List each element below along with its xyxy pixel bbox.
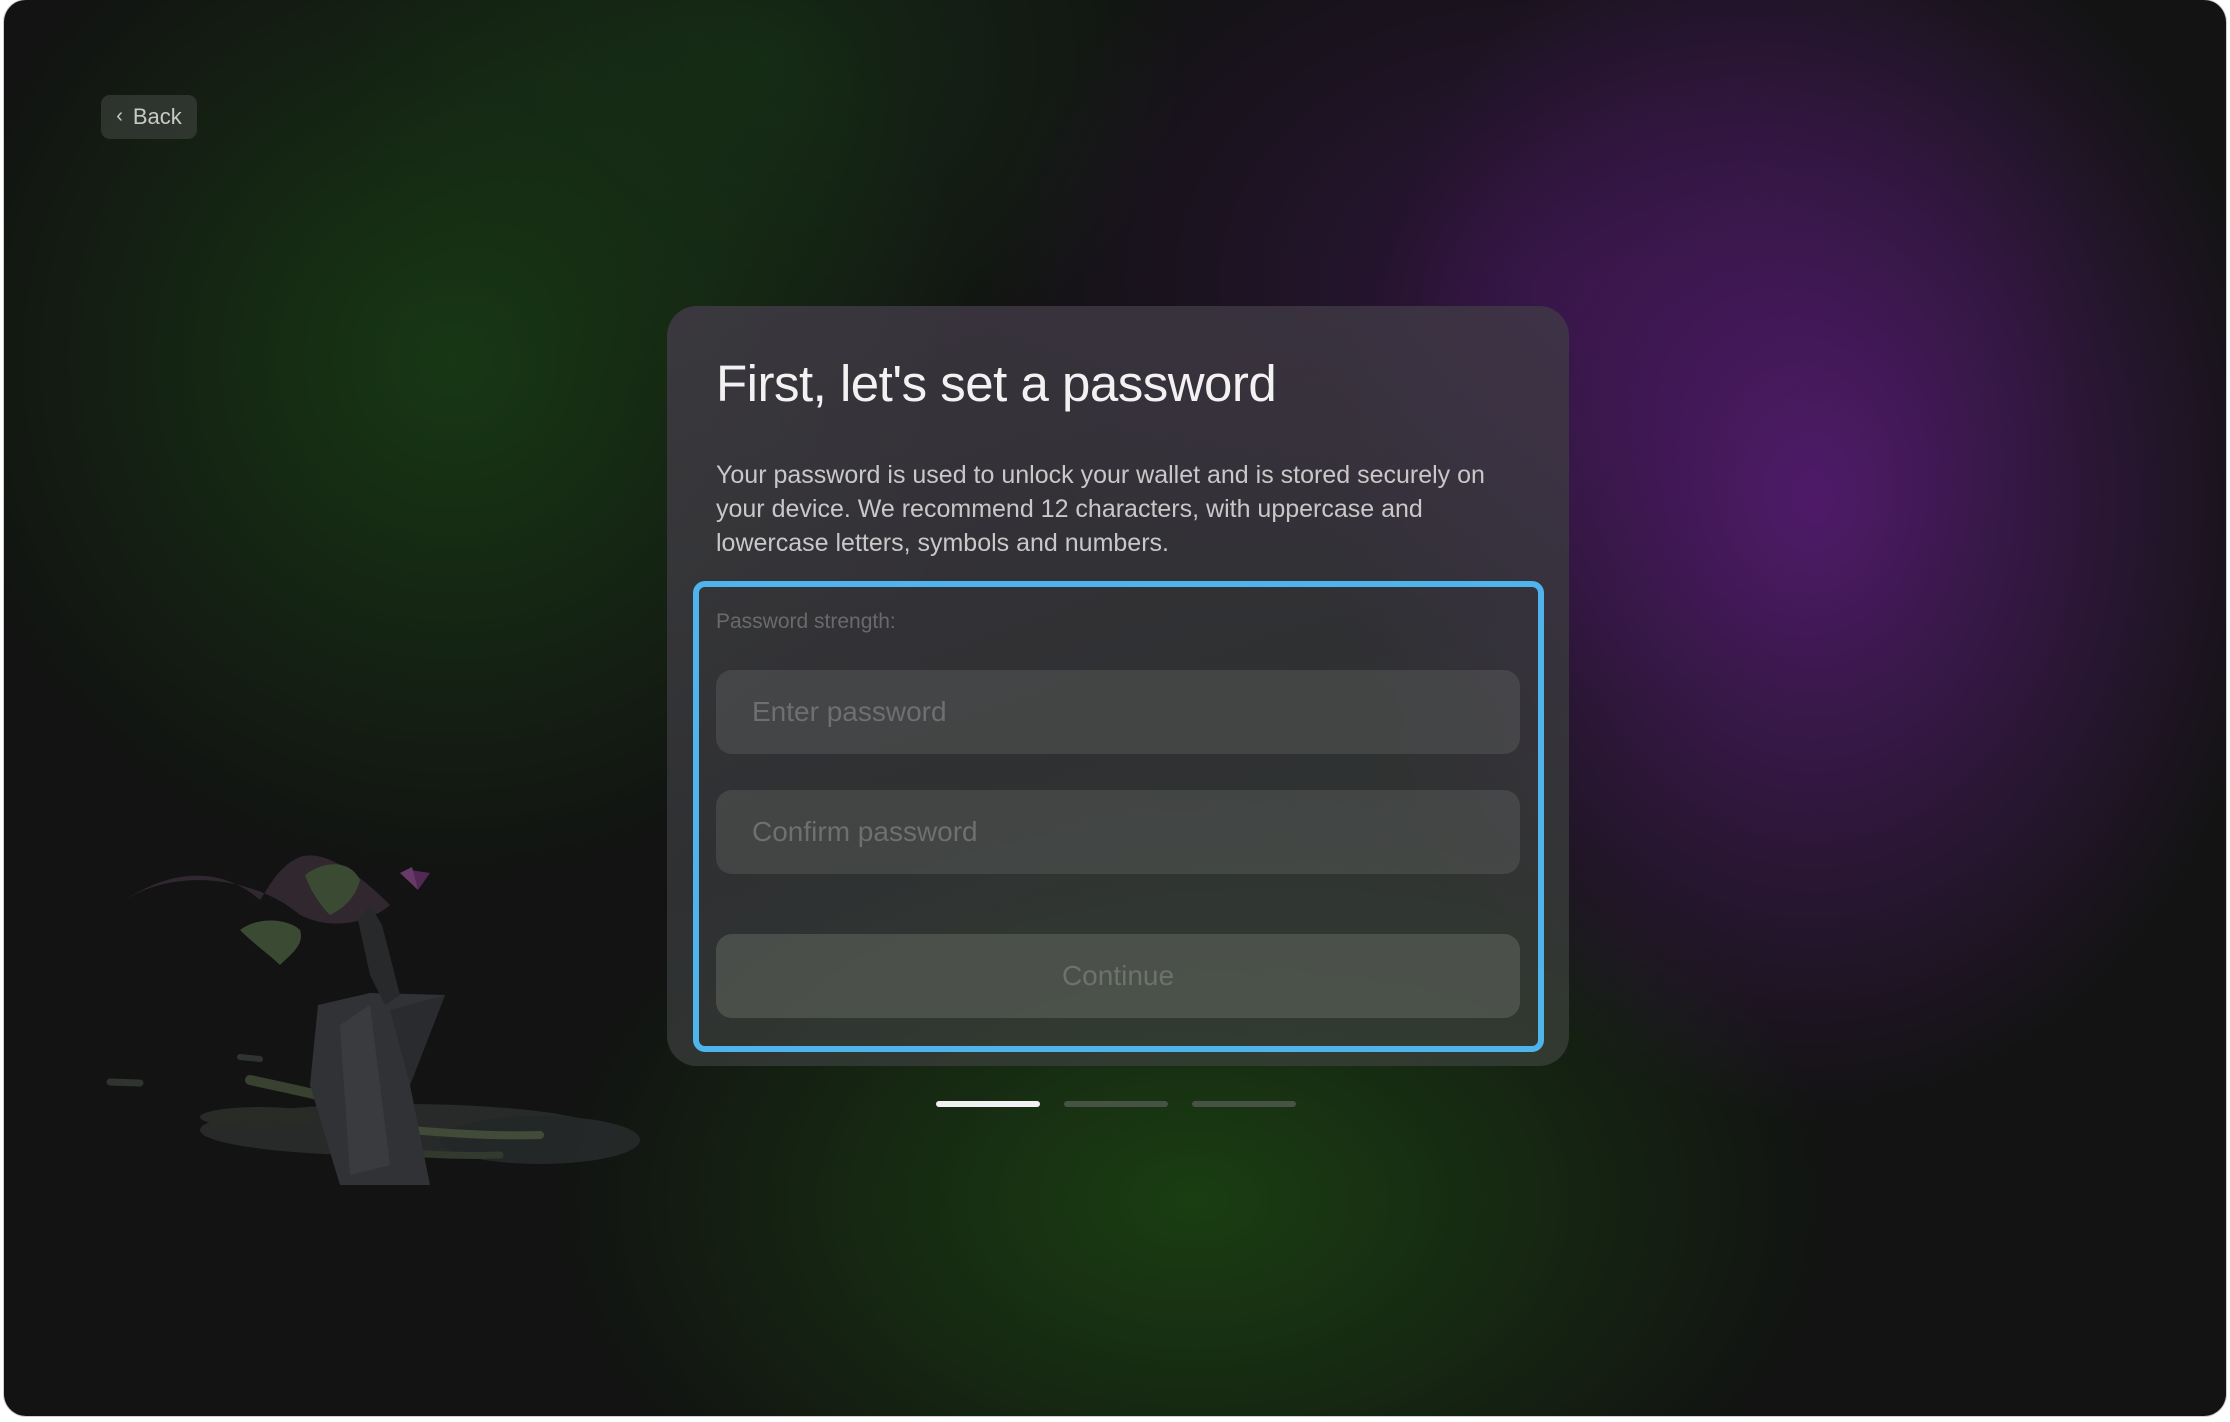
progress-step-2: [1064, 1101, 1168, 1107]
password-card: First, let's set a password Your passwor…: [667, 306, 1569, 1066]
hero-illustration: [106, 855, 640, 1185]
back-button-label: Back: [132, 104, 182, 129]
page-title: First, let's set a password: [716, 355, 1277, 412]
password-description: Your password is used to unlock your wal…: [716, 461, 1485, 557]
password-input[interactable]: [716, 670, 1520, 754]
confirm-password-input[interactable]: [716, 790, 1520, 874]
back-button[interactable]: ‹ Back: [101, 95, 197, 139]
progress-step-3: [1192, 1101, 1296, 1107]
app-window: ‹ Back First, let's set a password Your …: [4, 0, 2226, 1416]
continue-button[interactable]: Continue: [716, 934, 1520, 1018]
chevron-left-icon: ‹: [116, 105, 123, 127]
password-strength-label: Password strength:: [716, 610, 896, 633]
progress-step-1: [936, 1101, 1040, 1107]
progress-steps: [4, 1101, 2226, 1107]
